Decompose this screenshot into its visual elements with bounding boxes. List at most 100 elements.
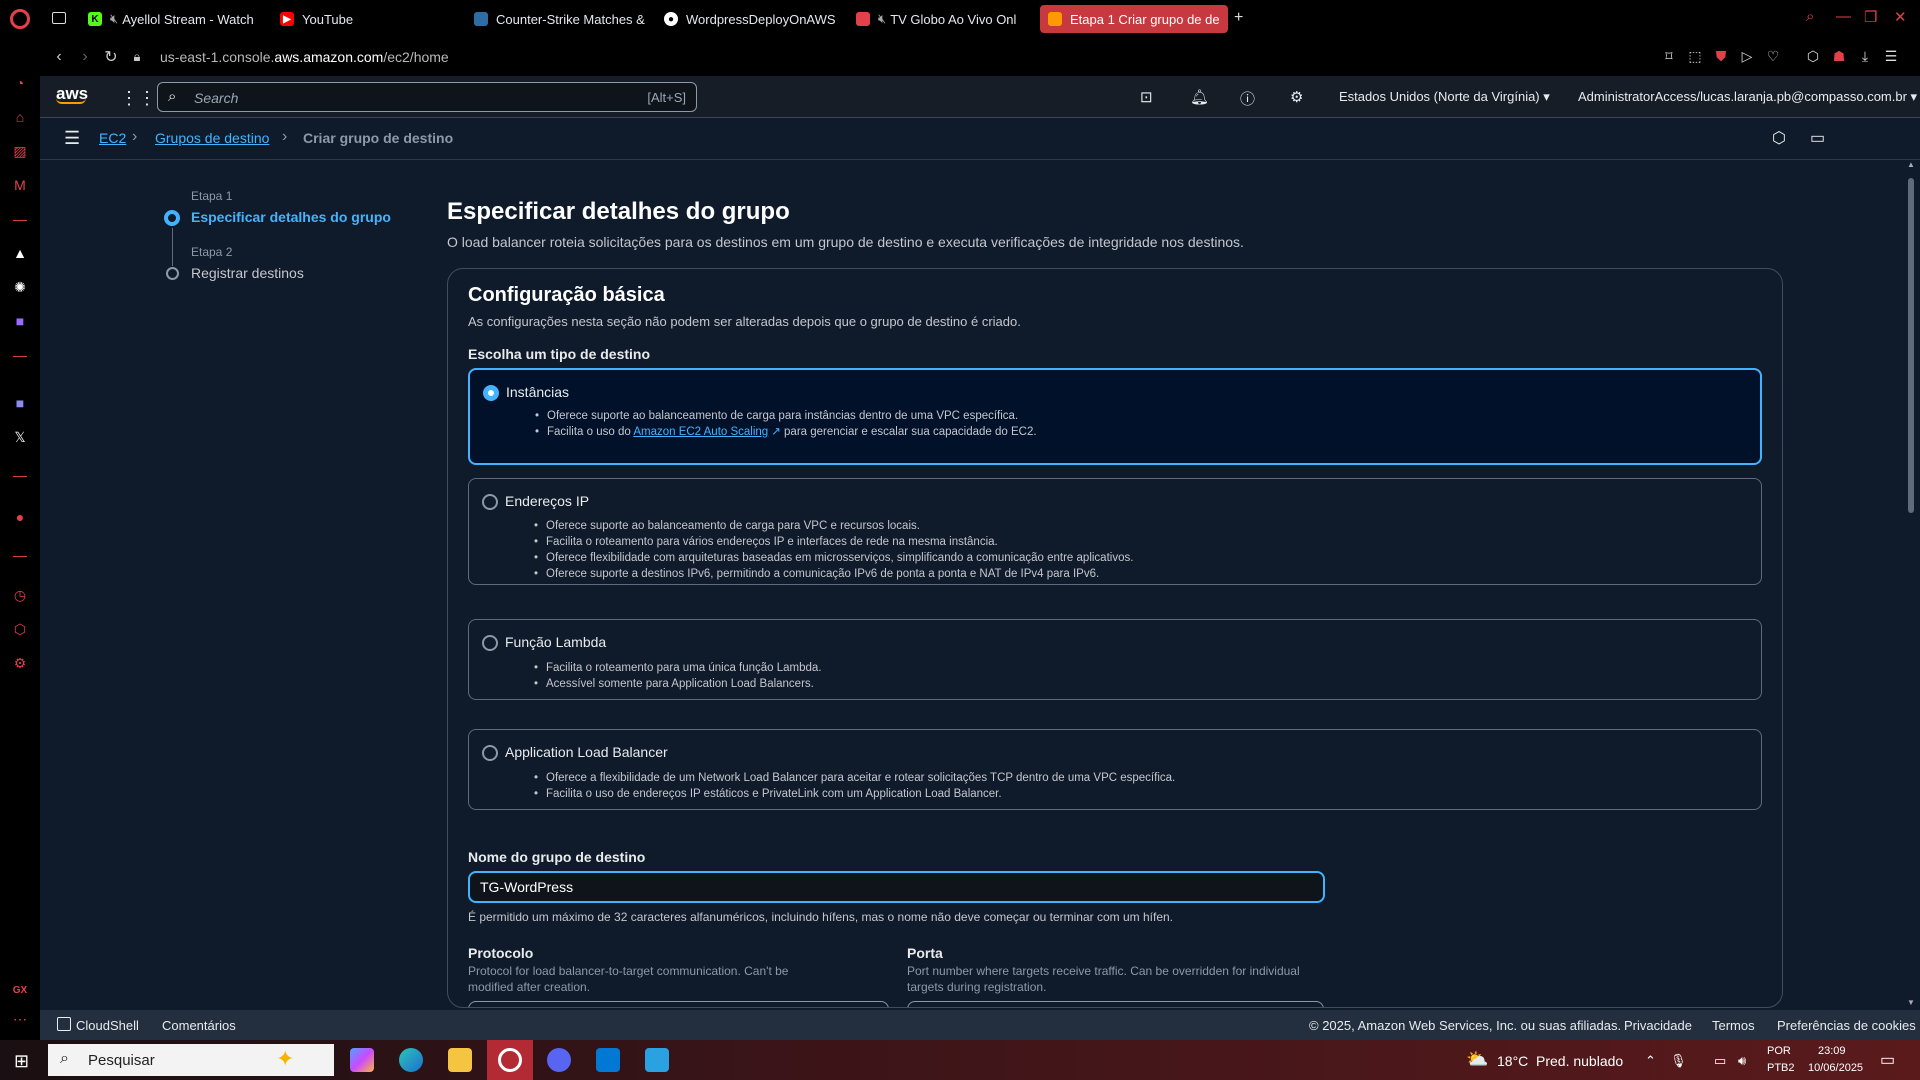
cookie-preferences-link[interactable]: Preferências de cookies (1777, 1018, 1916, 1033)
settings-icon[interactable]: ⚙ (11, 654, 29, 672)
more-icon[interactable]: ⋯ (11, 1010, 29, 1028)
cs-app-icon[interactable]: ■ (11, 312, 29, 330)
weather-temp[interactable]: 18°C (1497, 1053, 1528, 1069)
extensions-icon[interactable]: ⬡ (1804, 48, 1822, 66)
feedback-link[interactable]: Comentários (162, 1018, 236, 1033)
clock-time[interactable]: 23:09 (1818, 1045, 1846, 1057)
discord-icon[interactable] (547, 1048, 571, 1072)
account-menu[interactable]: AdministratorAccess/lucas.laranja.pb@com… (1578, 89, 1917, 105)
menu-icon[interactable]: ☰ (1882, 48, 1900, 66)
breadcrumb-target-groups[interactable]: Grupos de destino (155, 130, 269, 146)
shield-icon[interactable]: ⛊ (1712, 48, 1730, 66)
globo-icon (856, 12, 870, 26)
clock-date[interactable]: 10/06/2025 (1808, 1062, 1863, 1074)
x-icon[interactable]: 𝕏 (11, 428, 29, 446)
cloudshell-icon[interactable]: ⊡ (1140, 88, 1153, 106)
opera-icon[interactable] (498, 1048, 522, 1072)
radio-alb[interactable] (482, 745, 498, 761)
history-icon[interactable]: ◷ (11, 586, 29, 604)
puzzle-icon[interactable]: ⬡ (11, 620, 29, 638)
gear-icon[interactable]: ⚙ (1290, 88, 1303, 106)
gmail-icon[interactable]: M (11, 176, 29, 194)
tab-github[interactable]: ● WordpressDeployOnAWS (656, 5, 836, 33)
target-type-alb[interactable]: Application Load Balancer Oferece a flex… (468, 729, 1762, 810)
speed-dial-icon[interactable]: ◔ (11, 74, 29, 92)
tab-youtube[interactable]: ▶ YouTube (272, 5, 452, 33)
volume-icon[interactable]: 🔊︎ (1738, 1053, 1746, 1069)
privacy-link[interactable]: Privacidade (1624, 1018, 1692, 1033)
target-group-name-input[interactable] (468, 871, 1325, 903)
feedback-icon[interactable]: ▭ (1810, 128, 1825, 148)
minimize-icon[interactable]: — (1836, 8, 1851, 25)
radio-instances[interactable] (483, 385, 499, 401)
spotify-icon[interactable]: ● (11, 508, 29, 526)
auto-scaling-link[interactable]: Amazon EC2 Auto Scaling (633, 426, 768, 438)
chevron-up-icon[interactable]: ⌃ (1645, 1053, 1656, 1069)
forward-icon[interactable]: › (72, 48, 98, 66)
copilot-icon[interactable] (350, 1048, 374, 1072)
taskbar-search[interactable]: ⌕ Pesquisar ✦ (48, 1044, 334, 1076)
page-scrollbar[interactable]: ▲ ▼ (1906, 160, 1916, 1010)
edge-icon[interactable] (399, 1048, 423, 1072)
file-explorer-icon[interactable] (448, 1048, 472, 1072)
target-type-ip[interactable]: Endereços IP Oferece suporte ao balancea… (468, 478, 1762, 585)
radio-lambda[interactable] (482, 635, 498, 651)
discord-icon[interactable]: ■ (11, 394, 29, 412)
help-icon[interactable]: ⓘ (1240, 88, 1255, 109)
scrollbar-thumb[interactable] (1908, 178, 1914, 513)
mic-icon[interactable]: 🎙︎ (1670, 1053, 1687, 1069)
twitch-icon[interactable]: ▨ (11, 142, 29, 160)
tab-kick[interactable]: K 🔇︎ Ayellol Stream - Watch (80, 5, 260, 33)
breadcrumb: ☰ EC2 › Grupos de destino › Criar grupo … (40, 118, 1920, 160)
port-input[interactable] (907, 1001, 1324, 1007)
search-input[interactable]: ⌕ Search [Alt+S] (157, 82, 697, 112)
cloudshell-link[interactable]: CloudShell (76, 1018, 139, 1033)
keyboard-layout[interactable]: PTB2 (1767, 1062, 1795, 1074)
radio-ip[interactable] (482, 494, 498, 510)
aws-logo[interactable]: aws (56, 84, 88, 104)
play-icon[interactable]: ▷ (1738, 48, 1756, 66)
language-indicator[interactable]: POR (1767, 1045, 1791, 1057)
opera-logo-icon[interactable] (10, 9, 30, 29)
profile-icon[interactable]: ☗ (1830, 48, 1848, 66)
back-icon[interactable]: ‹ (46, 48, 72, 66)
network-icon[interactable]: ▭ (1714, 1053, 1726, 1069)
download-icon[interactable]: ⤓ (1856, 48, 1874, 66)
windows-start-icon[interactable]: ⊞ (14, 1051, 29, 1072)
aria-icon[interactable]: ▲ (11, 244, 29, 262)
search-tabs-icon[interactable]: ⌕ (1806, 8, 1814, 25)
weather-desc[interactable]: Pred. nublado (1536, 1053, 1623, 1069)
chatgpt-icon[interactable]: ✺ (11, 278, 29, 296)
vscode-icon[interactable] (596, 1048, 620, 1072)
search-icon: ⌕ (60, 1050, 69, 1067)
snapshot-icon[interactable]: ⌑ (1660, 48, 1678, 66)
close-icon[interactable]: ✕ (1894, 8, 1907, 26)
target-type-lambda[interactable]: Função Lambda Facilita o roteamento para… (468, 619, 1762, 700)
hamburger-menu-icon[interactable]: ☰ (64, 128, 80, 149)
app-icon[interactable] (645, 1048, 669, 1072)
region-selector[interactable]: Estados Unidos (Norte da Virgínia) ▾ (1339, 89, 1550, 105)
shopping-icon[interactable]: ⌂ (11, 108, 29, 126)
bell-icon[interactable]: 🔔︎ (1190, 88, 1209, 106)
weather-icon[interactable]: ⛅ (1466, 1049, 1488, 1070)
screenshot-icon[interactable]: ⬚ (1686, 48, 1704, 66)
new-tab-button[interactable]: + (1234, 9, 1243, 27)
maximize-icon[interactable]: ❐ (1864, 8, 1877, 26)
protocol-select[interactable] (468, 1001, 889, 1007)
tab-aws-active[interactable]: Etapa 1 Criar grupo de de (1040, 5, 1228, 33)
terms-link[interactable]: Termos (1712, 1018, 1755, 1033)
breadcrumb-ec2[interactable]: EC2 (99, 130, 126, 146)
tab-globo[interactable]: 🔇︎ TV Globo Ao Vivo Onl (848, 5, 1030, 33)
gx-icon[interactable]: GX (11, 982, 29, 1000)
tab-overview-icon[interactable] (52, 12, 66, 24)
scroll-up-icon[interactable]: ▲ (1907, 160, 1915, 169)
scroll-down-icon[interactable]: ▼ (1907, 998, 1915, 1007)
target-type-instances[interactable]: Instâncias Oferece suporte ao balanceame… (468, 368, 1762, 465)
url-field[interactable]: us-east-1.console.aws.amazon.com/ec2/hom… (160, 49, 449, 65)
tab-hltv[interactable]: Counter-Strike Matches & (466, 5, 646, 33)
reload-icon[interactable]: ↻ (98, 47, 124, 67)
step-1-title[interactable]: Especificar detalhes do grupo (191, 209, 391, 225)
settings-hex-icon[interactable]: ⬡ (1772, 128, 1786, 148)
notification-icon[interactable]: ▭ (1880, 1050, 1895, 1070)
heart-icon[interactable]: ♡ (1764, 48, 1782, 66)
